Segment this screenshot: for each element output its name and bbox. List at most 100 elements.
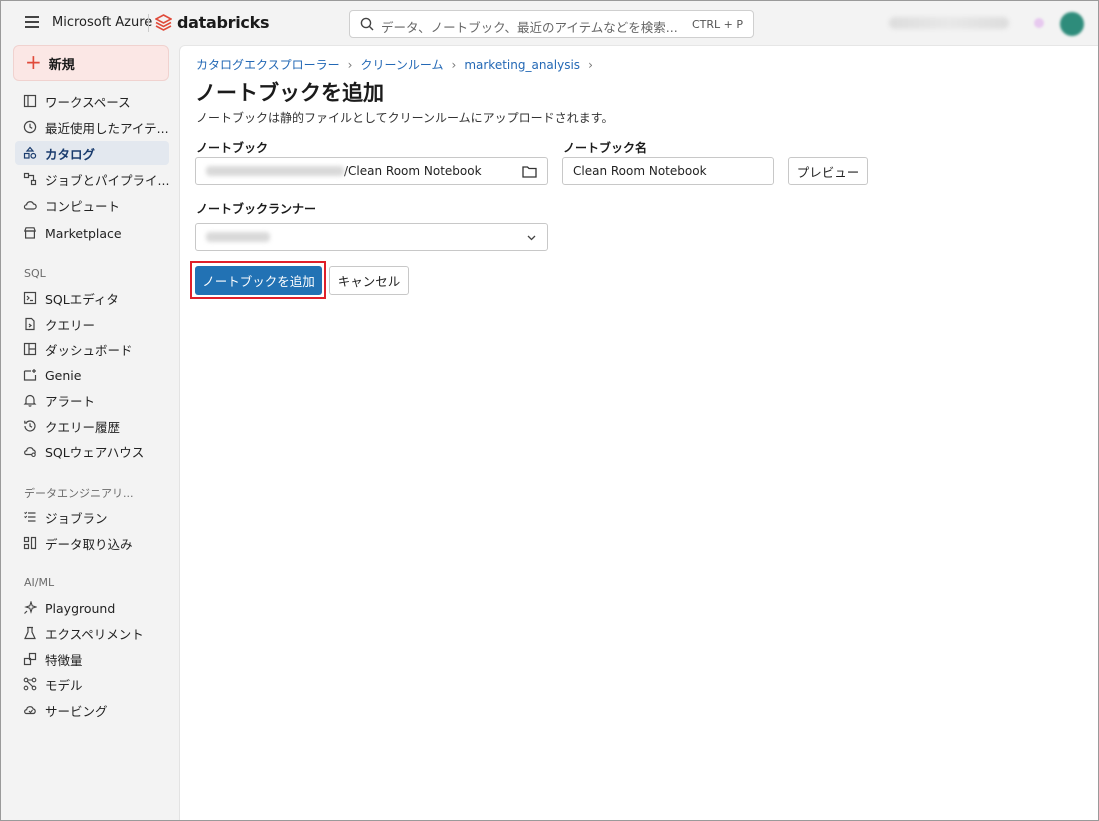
sidebar-item-label: ワークスペース xyxy=(45,94,131,110)
sidebar-item-label: モデル xyxy=(45,677,83,693)
user-avatar[interactable] xyxy=(1060,12,1084,36)
sidebar-item-label: カタログ xyxy=(45,146,96,162)
catalog-icon xyxy=(23,146,37,159)
add-notebook-button-label: ノートブックを追加 xyxy=(202,274,315,289)
sidebar-item-experiments[interactable]: エクスペリメント xyxy=(15,621,169,645)
notebook-name-label: ノートブック名 xyxy=(563,141,648,155)
sidebar-item-queries[interactable]: クエリー xyxy=(15,312,169,336)
sparkle-icon xyxy=(24,601,37,614)
job-runs-icon xyxy=(24,511,36,522)
notebook-name-input[interactable]: Clean Room Notebook xyxy=(562,157,774,185)
notebook-runner-select[interactable] xyxy=(195,223,548,251)
notebook-path-redacted xyxy=(206,166,344,176)
cloud-icon xyxy=(23,201,37,210)
databricks-logo[interactable]: databricks xyxy=(155,13,269,32)
browse-folder-button[interactable] xyxy=(511,157,548,185)
breadcrumb-clean-rooms[interactable]: クリーンルーム xyxy=(360,56,443,73)
breadcrumb-catalog-explorer[interactable]: カタログエクスプローラー xyxy=(196,56,340,73)
sidebar-item-label: SQLエディタ xyxy=(45,291,119,307)
sidebar-item-label: SQLウェアハウス xyxy=(45,444,145,460)
breadcrumb-chevron-icon: › xyxy=(451,57,457,72)
store-icon xyxy=(23,227,37,239)
bell-icon xyxy=(23,394,37,407)
sidebar-section-data-engineering: データエンジニアリ... xyxy=(24,487,134,500)
ingest-icon xyxy=(23,536,37,550)
search-shortcut: CTRL + P xyxy=(691,18,743,31)
sidebar-item-label: サービング xyxy=(45,703,108,719)
models-icon xyxy=(23,677,37,691)
sidebar-item-recent[interactable]: 最近使用したアイテ... xyxy=(15,115,169,139)
databricks-logo-icon xyxy=(155,14,172,31)
top-bar: Microsoft Azure databricks データ、ノートブック、最近… xyxy=(1,1,1098,45)
sidebar-item-alerts[interactable]: アラート xyxy=(15,388,169,412)
notebook-path-suffix: /Clean Room Notebook xyxy=(344,164,482,178)
search-placeholder: データ、ノートブック、最近のアイテムなどを検索... xyxy=(381,20,678,35)
sidebar-item-sql-warehouses[interactable]: SQLウェアハウス xyxy=(15,439,169,463)
sidebar-section-sql: SQL xyxy=(24,267,46,280)
sidebar-item-label: Playground xyxy=(45,600,116,616)
sidebar-item-label: 特徴量 xyxy=(45,652,83,668)
sidebar-item-label: アラート xyxy=(45,393,96,409)
features-icon xyxy=(23,652,37,666)
search-icon xyxy=(360,17,374,31)
sidebar-item-sql-editor[interactable]: SQLエディタ xyxy=(15,286,169,310)
brand-databricks: databricks xyxy=(177,13,270,32)
page-description: ノートブックは静的ファイルとしてクリーンルームにアップロードされます。 xyxy=(196,111,614,125)
sql-editor-icon xyxy=(23,291,37,305)
workspace-selector[interactable] xyxy=(889,17,1009,29)
cancel-button[interactable]: キャンセル xyxy=(329,266,409,295)
preview-button[interactable]: プレビュー xyxy=(788,157,868,185)
warehouse-icon xyxy=(24,447,36,458)
serving-icon xyxy=(24,706,36,715)
notebook-name-value: Clean Room Notebook xyxy=(573,164,707,178)
sidebar-item-models[interactable]: モデル xyxy=(15,672,169,696)
sidebar-item-serving[interactable]: サービング xyxy=(15,698,169,722)
preview-button-label: プレビュー xyxy=(796,164,860,180)
sidebar-item-label: Marketplace xyxy=(45,225,122,241)
sidebar-item-marketplace[interactable]: Marketplace xyxy=(15,221,169,245)
history-icon xyxy=(24,420,36,432)
genie-icon xyxy=(23,369,37,381)
add-notebook-button[interactable]: ノートブックを追加 xyxy=(195,266,322,295)
breadcrumb-chevron-icon: › xyxy=(588,57,593,72)
flask-icon xyxy=(24,626,36,640)
cancel-button-label: キャンセル xyxy=(337,274,401,289)
sidebar-item-label: クエリー履歴 xyxy=(45,419,121,435)
sidebar-item-jobs[interactable]: ジョブとパイプライ... xyxy=(15,167,169,191)
query-icon xyxy=(25,317,35,331)
sidebar-item-dashboards[interactable]: ダッシュボード xyxy=(15,337,169,361)
sidebar-item-job-runs[interactable]: ジョブラン xyxy=(15,505,169,529)
sidebar: + 新規 ワークスペース 最近使用したアイテ... カタログ ジョブとパイプライ… xyxy=(1,45,179,821)
clock-icon xyxy=(23,120,37,134)
main-panel: カタログエクスプローラー › クリーンルーム › marketing_analy… xyxy=(179,45,1098,820)
sidebar-item-label: エクスペリメント xyxy=(45,626,144,642)
assistant-sparkle-icon[interactable] xyxy=(1034,18,1044,28)
sidebar-item-label: データ取り込み xyxy=(45,536,133,552)
sidebar-item-data-ingestion[interactable]: データ取り込み xyxy=(15,531,169,555)
new-button[interactable]: + 新規 xyxy=(13,45,169,81)
plus-icon: + xyxy=(25,50,42,74)
sidebar-item-playground[interactable]: Playground xyxy=(15,596,169,620)
sidebar-item-compute[interactable]: コンピュート xyxy=(15,193,169,217)
sidebar-item-label: ダッシュボード xyxy=(45,342,133,358)
jobs-icon xyxy=(23,172,37,186)
sidebar-item-workspace[interactable]: ワークスペース xyxy=(15,89,169,113)
notebook-runner-label: ノートブックランナー xyxy=(196,202,317,216)
sidebar-section-ai-ml: AI/ML xyxy=(24,576,55,589)
sidebar-item-label: ジョブラン xyxy=(45,510,108,526)
hamburger-menu-icon[interactable] xyxy=(25,16,39,28)
sidebar-item-genie[interactable]: Genie xyxy=(15,363,169,387)
brand-microsoft-azure: Microsoft Azure xyxy=(52,15,153,30)
sidebar-item-features[interactable]: 特徴量 xyxy=(15,647,169,671)
breadcrumb-marketing-analysis[interactable]: marketing_analysis xyxy=(464,58,580,72)
sidebar-item-label: Genie xyxy=(45,367,82,383)
sidebar-item-label: 最近使用したアイテ... xyxy=(45,120,169,136)
sidebar-item-query-history[interactable]: クエリー履歴 xyxy=(15,414,169,438)
notebook-runner-redacted xyxy=(206,232,270,242)
sidebar-item-label: コンピュート xyxy=(45,198,121,214)
chevron-down-icon xyxy=(527,235,536,241)
global-search[interactable]: データ、ノートブック、最近のアイテムなどを検索... CTRL + P xyxy=(349,10,754,38)
page-title: ノートブックを追加 xyxy=(195,81,384,105)
notebook-path-input[interactable]: /Clean Room Notebook xyxy=(195,157,512,185)
sidebar-item-catalog[interactable]: カタログ xyxy=(15,141,169,165)
